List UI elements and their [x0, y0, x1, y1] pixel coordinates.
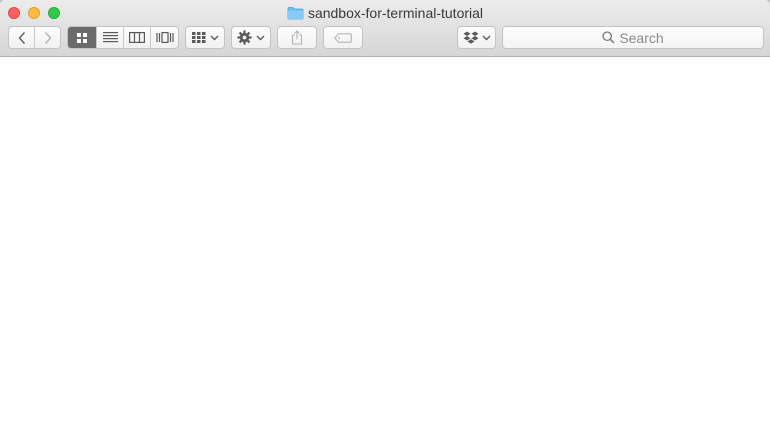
chevron-down-icon [482, 35, 490, 40]
folder-icon [287, 6, 304, 23]
cover-flow-icon [155, 32, 174, 43]
title-bar: sandbox-for-terminal-tutorial Search [0, 0, 770, 57]
dropbox-button[interactable] [457, 26, 496, 49]
grid-arrange-icon [191, 32, 205, 43]
file-browser-area[interactable] [0, 57, 770, 439]
finder-window: sandbox-for-terminal-tutorial Search [0, 0, 770, 439]
gear-icon [237, 30, 252, 45]
dropbox-icon [463, 31, 478, 44]
view-mode-control [67, 26, 179, 49]
column-view-icon [129, 32, 145, 43]
column-view-button[interactable] [124, 27, 151, 48]
search-field[interactable]: Search [502, 26, 764, 49]
icon-view-button[interactable] [68, 27, 97, 48]
chevron-down-icon [256, 35, 265, 40]
chevron-down-icon [210, 35, 218, 40]
navigation-buttons [8, 26, 61, 49]
cover-flow-view-button[interactable] [151, 27, 178, 48]
list-view-button[interactable] [97, 27, 124, 48]
share-button[interactable] [277, 26, 317, 49]
list-view-icon [102, 32, 118, 43]
tag-button[interactable] [323, 26, 363, 49]
search-icon [602, 31, 615, 44]
arrange-button[interactable] [185, 26, 225, 49]
window-title-text: sandbox-for-terminal-tutorial [307, 5, 484, 21]
share-icon [291, 30, 303, 45]
tag-icon [334, 32, 352, 43]
search-placeholder: Search [619, 29, 664, 46]
action-button[interactable] [231, 26, 271, 49]
back-button[interactable] [9, 27, 35, 48]
chevron-right-icon [44, 31, 51, 44]
window-title: sandbox-for-terminal-tutorial [0, 5, 770, 21]
forward-button[interactable] [35, 27, 60, 48]
icon-view-icon [77, 32, 87, 43]
chevron-left-icon [18, 31, 25, 44]
